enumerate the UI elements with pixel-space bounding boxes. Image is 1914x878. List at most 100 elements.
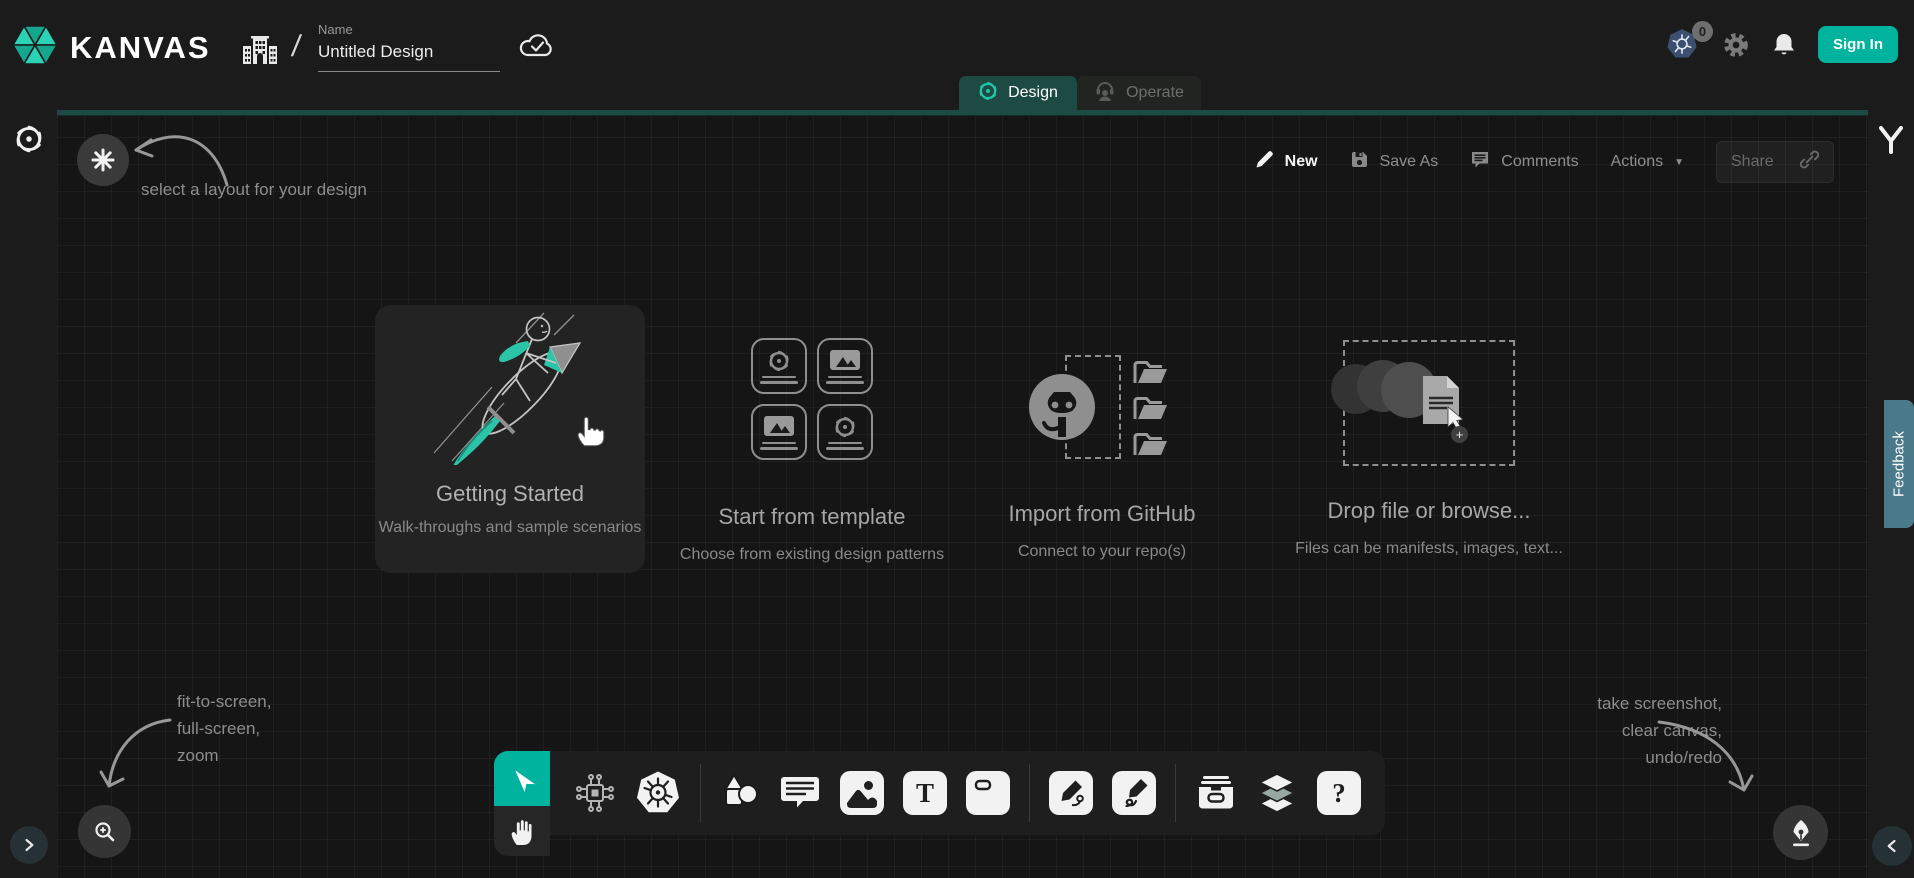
pencil-icon	[1254, 150, 1274, 175]
new-design-button[interactable]: New	[1254, 150, 1318, 175]
design-name-input[interactable]: Untitled Design	[318, 42, 500, 72]
swirl-icon	[767, 349, 791, 373]
new-label: New	[1285, 153, 1318, 171]
card-start-from-template[interactable]: Start from template Choose from existing…	[657, 338, 967, 564]
card-subtitle: Connect to your repo(s)	[1018, 543, 1186, 561]
drawer-tool[interactable]	[1195, 773, 1237, 813]
plus-badge: +	[1451, 426, 1468, 443]
kubernetes-tool[interactable]	[635, 770, 681, 816]
header-actions: 0 Sign In	[1666, 26, 1898, 63]
toolbar-separator	[700, 764, 701, 822]
comment-icon	[1470, 150, 1490, 174]
card-title: Getting Started	[436, 481, 584, 507]
kanvas-logo-icon	[12, 22, 58, 73]
share-label: Share	[1731, 153, 1774, 171]
template-tile-design	[817, 404, 873, 460]
comments-button[interactable]: Comments	[1470, 150, 1578, 174]
pen-path-tool[interactable]	[1049, 771, 1093, 815]
tools-bar: T	[550, 751, 1385, 835]
right-sidebar: Feedback	[1868, 110, 1914, 878]
floppy-save-icon	[1350, 150, 1369, 174]
drop-zone[interactable]: +	[1343, 340, 1515, 466]
card-subtitle: Walk-throughs and sample scenarios	[379, 519, 642, 537]
share-button[interactable]: Share	[1716, 141, 1834, 183]
left-sidebar	[0, 110, 57, 878]
github-art	[1027, 355, 1177, 461]
folder-icon	[1133, 431, 1169, 458]
image-tool[interactable]	[840, 771, 884, 815]
tab-operate[interactable]: Operate	[1077, 76, 1201, 110]
settings-gear-button[interactable]	[1722, 31, 1750, 59]
tools-dock: T	[494, 751, 1385, 856]
meshery-swirl-icon[interactable]	[14, 124, 44, 159]
template-tile-image	[751, 404, 807, 460]
shapes-tool[interactable]	[720, 773, 760, 813]
image-icon	[763, 415, 795, 439]
design-swirl-icon	[978, 81, 998, 106]
component-graph-tool[interactable]	[574, 772, 616, 814]
name-label: Name	[318, 22, 500, 37]
card-title: Import from GitHub	[1008, 501, 1195, 527]
organization-icon[interactable]	[240, 30, 280, 75]
mode-tabs: Design Operate	[959, 76, 1201, 110]
select-tool-button[interactable]	[494, 751, 550, 806]
pen-actions-button[interactable]	[1773, 805, 1828, 860]
cloud-saved-icon	[518, 30, 556, 65]
design-name-field: Name Untitled Design	[318, 22, 500, 72]
hand-icon	[509, 816, 535, 846]
feedback-tab[interactable]: Feedback	[1884, 400, 1914, 528]
card-subtitle: Files can be manifests, images, text...	[1295, 540, 1563, 558]
template-tile-design	[751, 338, 807, 394]
tab-operate-label: Operate	[1126, 84, 1184, 102]
folder-icon	[1133, 359, 1169, 386]
layout-hint-text: select a layout for your design	[141, 176, 367, 203]
text-tool[interactable]: T	[903, 771, 947, 815]
toolbar-separator	[1029, 764, 1030, 822]
brand-name: KANVAS	[70, 30, 211, 66]
pan-hand-tool-button[interactable]	[494, 806, 550, 856]
zoom-controls-button[interactable]	[78, 805, 131, 858]
template-tiles	[751, 338, 873, 460]
toolbar-separator	[1175, 764, 1176, 822]
breadcrumb-separator: /	[290, 30, 303, 64]
brand: KANVAS	[12, 22, 211, 73]
zoom-hint-text: fit-to-screen, full-screen, zoom	[177, 688, 271, 769]
tab-design[interactable]: Design	[959, 76, 1077, 110]
card-drop-file[interactable]: + Drop file or browse... Files can be ma…	[1289, 340, 1569, 558]
pointer-tools	[494, 751, 550, 856]
help-tool[interactable]: ?	[1317, 771, 1361, 815]
layer5-y-icon[interactable]	[1876, 124, 1906, 161]
actions-dropdown[interactable]: Actions ▼	[1611, 153, 1684, 171]
collapse-right-panel-button[interactable]	[1872, 826, 1912, 866]
freehand-draw-tool[interactable]	[1112, 771, 1156, 815]
kubernetes-context-button[interactable]: 0	[1666, 28, 1700, 62]
notifications-bell-button[interactable]	[1772, 32, 1796, 58]
actions-label: Actions	[1611, 153, 1663, 171]
save-as-label: Save As	[1380, 153, 1439, 171]
operate-headset-icon	[1094, 80, 1116, 107]
design-toolbar: New Save As	[1254, 140, 1834, 184]
header: KANVAS	[0, 0, 1914, 110]
actions-hint-arrow	[1647, 710, 1767, 805]
kanvas-app: KANVAS	[0, 0, 1914, 878]
layers-tool[interactable]	[1256, 771, 1298, 815]
zoom-hint-arrow	[85, 708, 180, 803]
comment-panel-tool[interactable]	[779, 773, 821, 813]
repo-folders	[1133, 359, 1169, 458]
note-tool[interactable]	[966, 771, 1010, 815]
text-tool-glyph: T	[916, 778, 934, 809]
folder-icon	[1133, 395, 1169, 422]
card-import-github[interactable]: Import from GitHub Connect to your repo(…	[987, 355, 1217, 561]
card-getting-started[interactable]: Getting Started Walk-throughs and sample…	[375, 305, 645, 573]
chevron-down-icon: ▼	[1674, 157, 1684, 168]
sign-in-button[interactable]: Sign In	[1818, 26, 1898, 63]
expand-left-panel-button[interactable]	[10, 826, 48, 864]
context-count-badge: 0	[1692, 21, 1713, 42]
help-glyph: ?	[1332, 778, 1346, 809]
image-icon	[829, 349, 861, 373]
design-canvas[interactable]: select a layout for your design New	[57, 110, 1868, 878]
share-link-icon	[1800, 150, 1819, 174]
save-as-button[interactable]: Save As	[1350, 150, 1439, 174]
swirl-icon	[833, 415, 857, 439]
card-subtitle: Choose from existing design patterns	[680, 546, 944, 564]
